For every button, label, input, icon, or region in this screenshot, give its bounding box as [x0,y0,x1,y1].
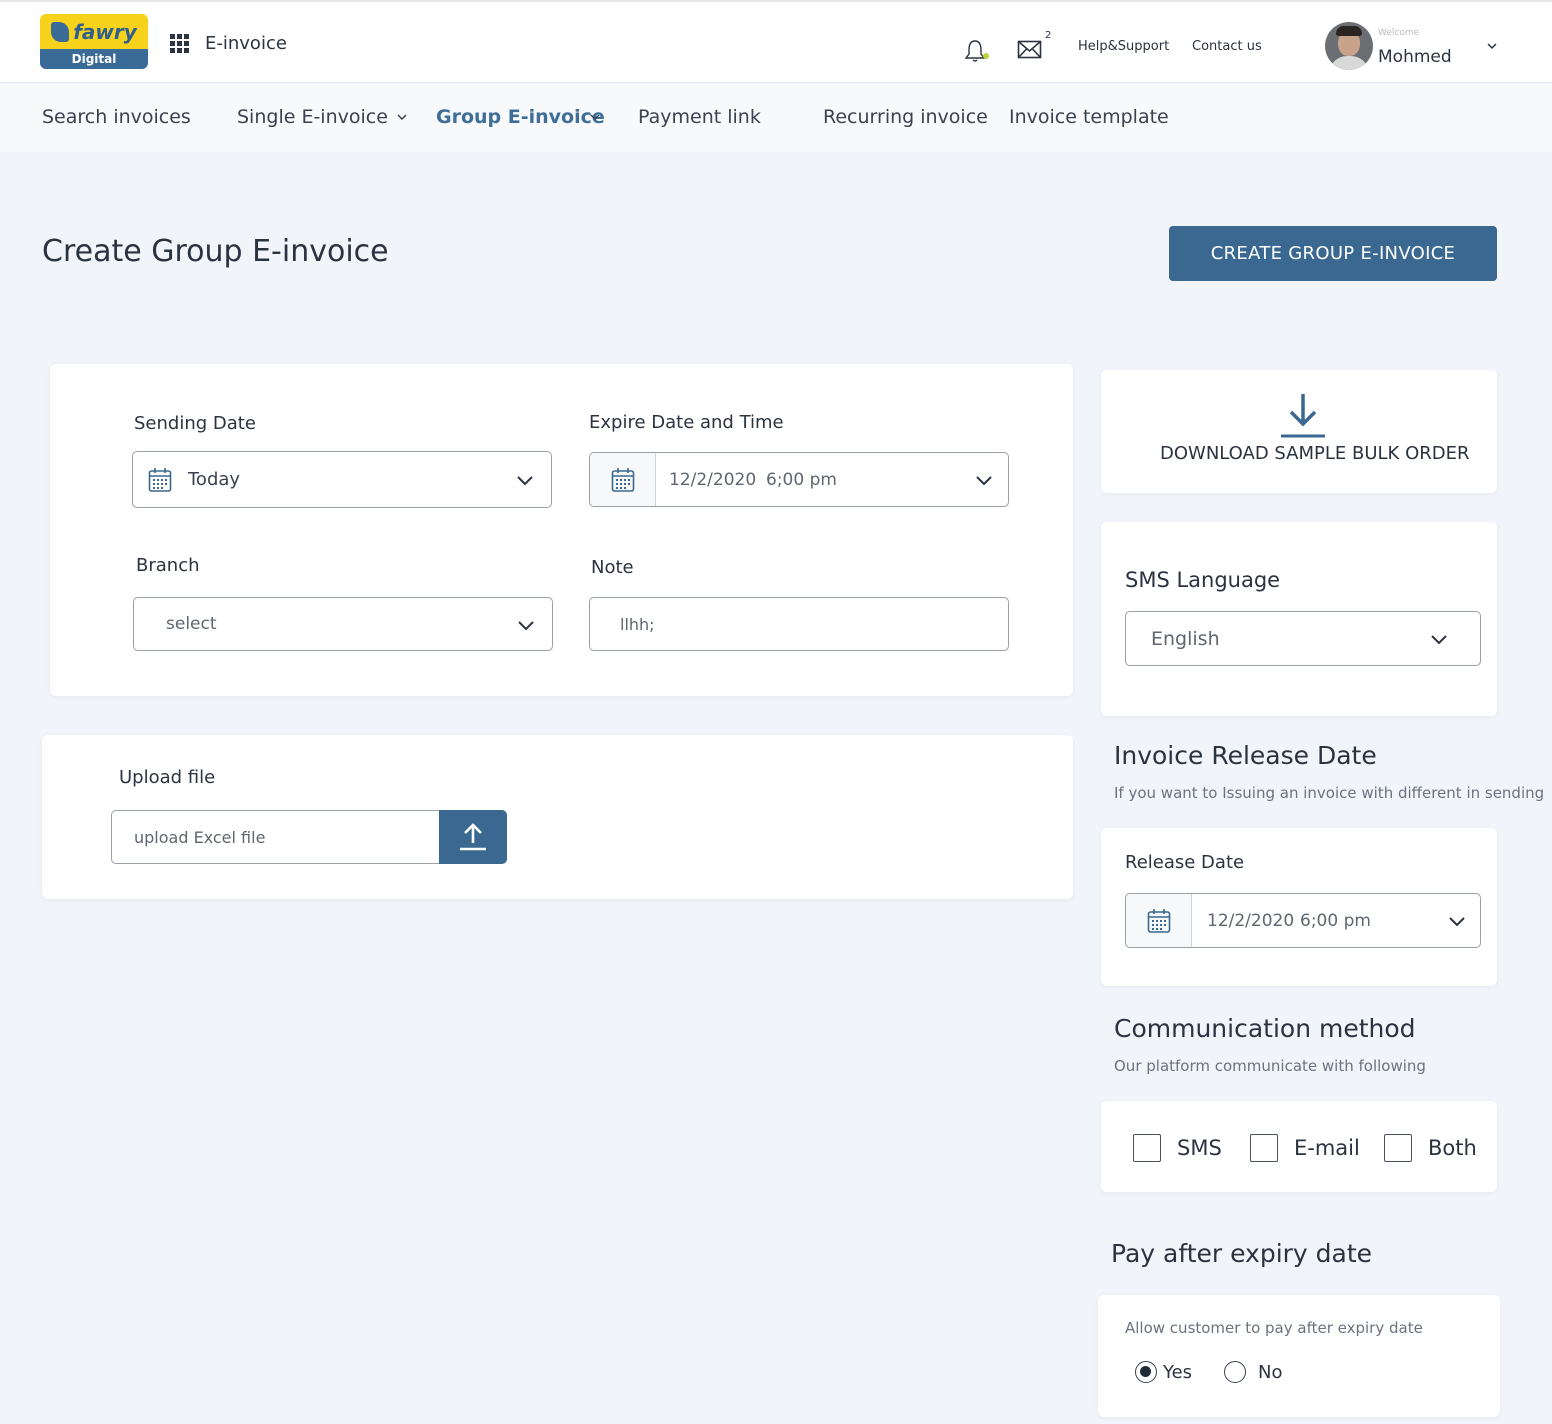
upload-file-input[interactable]: upload Excel file [111,810,447,864]
top-header: fawry Digital E-invoice 2 Help&Support C… [0,0,1552,83]
release-date-label: Release Date [1125,852,1245,873]
expire-date-value: 12/2/2020 [669,469,757,490]
calendar-icon [148,468,172,492]
user-avatar[interactable] [1325,22,1373,70]
branch-label: Branch [136,555,200,576]
communication-section-subtitle: Our platform communicate with following [1114,1057,1426,1075]
group-e-invoice-chevron-down-icon[interactable] [589,112,601,122]
pay-no-label: No [1258,1361,1283,1383]
single-e-invoice-chevron-down-icon[interactable] [396,112,408,122]
pay-after-expiry-card [1098,1295,1500,1417]
email-checkbox[interactable] [1250,1134,1278,1162]
notification-bell-icon[interactable] [963,38,989,64]
create-group-e-invoice-button[interactable]: CREATE GROUP E-INVOICE [1169,226,1497,281]
download-icon[interactable] [1277,391,1329,439]
logo-subtitle: Digital [40,49,148,69]
note-input[interactable]: llhh; [589,597,1009,651]
sms-checkbox[interactable] [1133,1134,1161,1162]
main-nav: Search invoices Single E-invoice Group E… [0,84,1552,152]
upload-button[interactable] [439,810,507,864]
release-date-value: 12/2/2020 [1207,910,1295,931]
download-sample-label[interactable]: DOWNLOAD SAMPLE BULK ORDER [1160,443,1470,464]
contact-us-link[interactable]: Contact us [1192,39,1262,54]
user-menu-chevron-down-icon[interactable] [1486,40,1498,52]
tab-recurring-invoice[interactable]: Recurring invoice [823,106,988,128]
release-section-title: Invoice Release Date [1114,741,1377,770]
release-calendar-button[interactable] [1126,894,1192,947]
note-label: Note [591,557,634,578]
pay-yes-radio[interactable] [1135,1361,1157,1383]
upload-file-label: Upload file [119,767,216,788]
sms-language-select[interactable]: English [1125,611,1481,666]
sms-option[interactable]: SMS [1133,1133,1222,1163]
pay-yes-option[interactable]: Yes [1135,1361,1192,1383]
mail-count-badge: 2 [1045,30,1052,41]
upload-placeholder: upload Excel file [134,827,266,847]
calendar-icon [611,467,634,492]
email-label: E-mail [1294,1136,1360,1160]
expire-time-value: 6;00 pm [766,469,837,490]
release-date-picker[interactable]: 12/2/2020 6;00 pm [1125,893,1481,948]
fawry-mark-icon [51,21,70,42]
tab-search-invoices[interactable]: Search invoices [42,106,191,128]
apps-grid-icon[interactable] [170,34,189,53]
sending-date-select[interactable]: Today [132,451,552,508]
expire-date-label: Expire Date and Time [589,412,784,433]
sms-language-value: English [1151,627,1220,650]
pay-no-option[interactable]: No [1224,1361,1282,1383]
page-title: Create Group E-invoice [42,234,389,269]
calendar-icon [1147,908,1170,933]
expire-calendar-button[interactable] [590,453,656,506]
upload-arrow-icon [460,823,486,851]
sending-date-value: Today [188,469,241,490]
branch-select[interactable]: select [133,597,553,651]
tab-invoice-template[interactable]: Invoice template [1009,106,1169,128]
tab-payment-link[interactable]: Payment link [638,106,761,128]
help-support-link[interactable]: Help&Support [1078,39,1169,54]
both-label: Both [1428,1136,1477,1160]
tab-group-e-invoice[interactable]: Group E-invoice [436,106,605,128]
chevron-down-icon [518,621,534,631]
branch-placeholder: select [166,614,217,634]
sending-date-label: Sending Date [134,413,256,434]
expire-date-picker[interactable]: 12/2/2020 6;00 pm [589,452,1009,507]
pay-yes-label: Yes [1163,1361,1193,1383]
both-checkbox[interactable] [1384,1134,1412,1162]
release-section-subtitle: If you want to Issuing an invoice with d… [1114,784,1545,802]
tab-single-e-invoice[interactable]: Single E-invoice [237,106,388,128]
chevron-down-icon [517,476,533,486]
chevron-down-icon [1449,917,1465,927]
pay-no-radio[interactable] [1224,1361,1246,1383]
app-title: E-invoice [205,33,287,54]
pay-after-expiry-subtitle: Allow customer to pay after expiry date [1125,1319,1423,1337]
username[interactable]: Mohmed [1378,47,1452,67]
sms-label: SMS [1177,1136,1222,1160]
logo-word: fawry [73,19,137,44]
welcome-text: Welcome [1378,28,1420,38]
release-time-value: 6;00 pm [1300,910,1371,931]
chevron-down-icon [976,476,992,486]
sms-language-label: SMS Language [1125,568,1281,592]
chevron-down-icon [1431,635,1447,645]
note-value: llhh; [620,614,655,634]
fawry-logo[interactable]: fawry Digital [40,14,148,69]
email-option[interactable]: E-mail [1250,1133,1360,1163]
communication-section-title: Communication method [1114,1014,1416,1043]
mail-icon[interactable] [1017,39,1043,61]
both-option[interactable]: Both [1384,1133,1477,1163]
pay-after-expiry-title: Pay after expiry date [1111,1239,1373,1268]
